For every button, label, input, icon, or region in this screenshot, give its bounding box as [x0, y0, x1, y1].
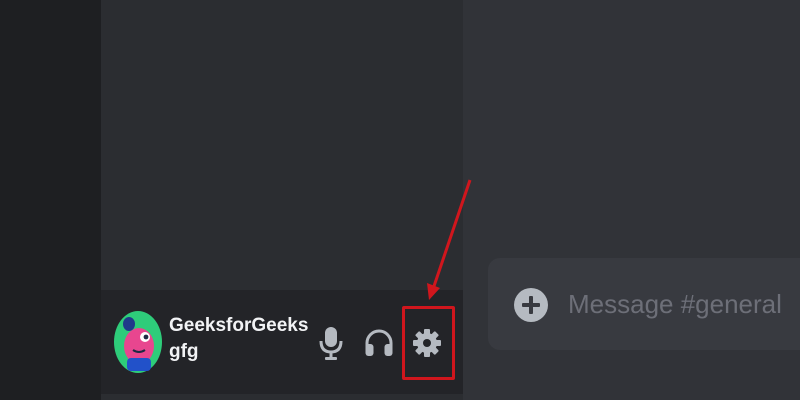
user-tag: gfg	[169, 341, 199, 362]
deafen-button[interactable]	[364, 325, 394, 361]
plus-circle-icon	[522, 296, 540, 314]
user-panel: GeeksforGeeks gfg	[101, 290, 463, 394]
add-attachment-button[interactable]	[514, 288, 548, 322]
message-composer	[488, 258, 800, 350]
discord-app: GeeksforGeeks gfg	[0, 0, 800, 400]
server-rail	[0, 0, 101, 400]
settings-highlight-box	[402, 306, 455, 380]
message-input[interactable]	[568, 280, 798, 328]
avatar[interactable]	[113, 310, 163, 375]
headphones-icon	[365, 329, 393, 356]
microphone-icon	[319, 327, 343, 360]
mute-button[interactable]	[316, 325, 346, 361]
username: GeeksforGeeks	[169, 315, 309, 336]
